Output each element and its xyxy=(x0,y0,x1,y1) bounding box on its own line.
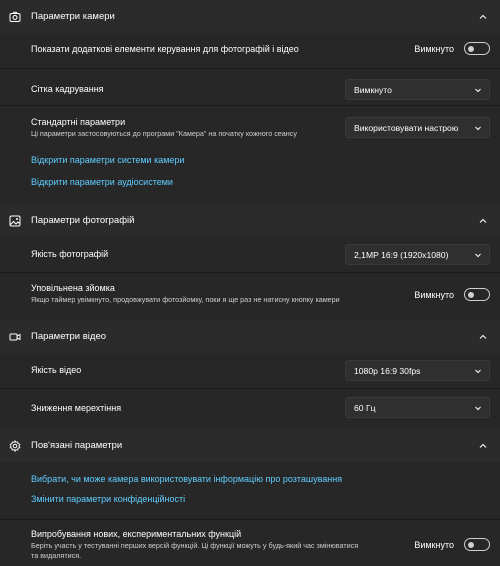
camera-settings-panel: Показати додаткові елементи керування дл… xyxy=(0,33,500,204)
related-settings-panel: Вибрати, чи може камера використовувати … xyxy=(0,462,500,566)
camera-settings-title: Параметри камери xyxy=(31,11,115,22)
divider xyxy=(0,68,500,69)
photo-settings-title: Параметри фотографій xyxy=(31,215,135,226)
camera-settings-icon xyxy=(9,11,21,23)
video-settings-title: Параметри відео xyxy=(31,331,107,342)
video-icon xyxy=(9,331,21,343)
extra-controls-state: Вимкнуто xyxy=(414,43,454,54)
grid-dropdown-value: Вимкнуто xyxy=(354,84,392,95)
chevron-down-icon xyxy=(475,126,481,131)
experimental-state: Вимкнуто xyxy=(414,539,454,550)
video-quality-dropdown[interactable]: 1080p 16:9 30fps xyxy=(345,360,490,381)
video-quality-value: 1080p 16:9 30fps xyxy=(354,365,421,376)
timelapse-state: Вимкнуто xyxy=(414,289,454,300)
related-settings-header[interactable]: Пов'язані параметри xyxy=(0,429,500,462)
photo-quality-value: 2,1MP 16:9 (1920x1080) xyxy=(354,249,449,260)
video-settings-panel: Якість відео 1080p 16:9 30fps Зниження м… xyxy=(0,353,500,429)
grid-dropdown[interactable]: Вимкнуто xyxy=(345,79,490,100)
timelapse-label: Уповільнена зйомка xyxy=(31,283,115,293)
timelapse-toggle[interactable] xyxy=(464,288,490,301)
extra-controls-toggle[interactable] xyxy=(464,42,490,55)
grid-label: Сітка кадрування xyxy=(31,84,104,94)
related-settings-title: Пов'язані параметри xyxy=(31,440,123,451)
experimental-toggle-row: Вимкнуто xyxy=(414,538,490,551)
timelapse-toggle-row: Вимкнуто xyxy=(414,288,490,301)
defaults-dropdown-value: Використовувати настрою xyxy=(354,122,459,133)
gear-icon xyxy=(9,439,21,452)
defaults-description: Ці параметри застосовуються до програми … xyxy=(31,129,297,138)
divider xyxy=(0,105,500,106)
divider xyxy=(0,272,500,273)
camera-settings-header[interactable]: Параметри камери xyxy=(0,0,500,33)
experimental-toggle[interactable] xyxy=(464,538,490,551)
camera-system-settings-link[interactable]: Відкрити параметри системи камери xyxy=(31,155,184,165)
extra-controls-toggle-row: Вимкнуто xyxy=(414,42,490,55)
defaults-label: Стандартні параметри xyxy=(31,117,126,127)
extra-controls-label: Показати додаткові елементи керування дл… xyxy=(31,44,299,54)
privacy-settings-link[interactable]: Змінити параметри конфіденційності xyxy=(31,494,185,504)
defaults-dropdown[interactable]: Використовувати настрою xyxy=(345,117,490,138)
photo-quality-label: Якість фотографій xyxy=(31,249,109,259)
experimental-features-description-line2: та видалятися. xyxy=(31,551,82,560)
experimental-features-description-line1: Беріть участь у тестуванні перших версій… xyxy=(31,541,359,550)
video-quality-label: Якість відео xyxy=(31,365,82,375)
video-settings-header[interactable]: Параметри відео xyxy=(0,320,500,353)
photo-quality-dropdown[interactable]: 2,1MP 16:9 (1920x1080) xyxy=(345,244,490,265)
divider xyxy=(0,519,500,520)
chevron-down-icon xyxy=(475,88,481,93)
location-permission-link[interactable]: Вибрати, чи може камера використовувати … xyxy=(31,474,342,484)
flicker-label: Зниження мерехтіння xyxy=(31,403,122,413)
chevron-down-icon xyxy=(475,253,481,258)
toggle-knob xyxy=(468,291,474,298)
photo-settings-header[interactable]: Параметри фотографій xyxy=(0,204,500,237)
toggle-knob xyxy=(468,45,474,52)
photo-icon xyxy=(9,215,21,227)
chevron-up-icon[interactable] xyxy=(478,12,488,22)
audio-system-settings-link[interactable]: Відкрити параметри аудіосистеми xyxy=(31,177,173,187)
chevron-up-icon[interactable] xyxy=(478,216,488,226)
chevron-up-icon[interactable] xyxy=(478,441,488,451)
experimental-features-label: Випробування нових, експериментальних фу… xyxy=(31,529,242,539)
toggle-knob xyxy=(468,541,474,548)
chevron-down-icon xyxy=(475,406,481,411)
chevron-down-icon xyxy=(475,369,481,374)
camera-settings-page: Параметри камери Показати додаткові елем… xyxy=(0,0,500,566)
photo-settings-panel: Якість фотографій 2,1MP 16:9 (1920x1080)… xyxy=(0,237,500,320)
chevron-up-icon[interactable] xyxy=(478,332,488,342)
timelapse-description: Якщо таймер увімкнуто, продовжувати фото… xyxy=(31,295,340,304)
flicker-value: 60 Гц xyxy=(354,402,376,413)
flicker-dropdown[interactable]: 60 Гц xyxy=(345,397,490,418)
divider xyxy=(0,388,500,389)
